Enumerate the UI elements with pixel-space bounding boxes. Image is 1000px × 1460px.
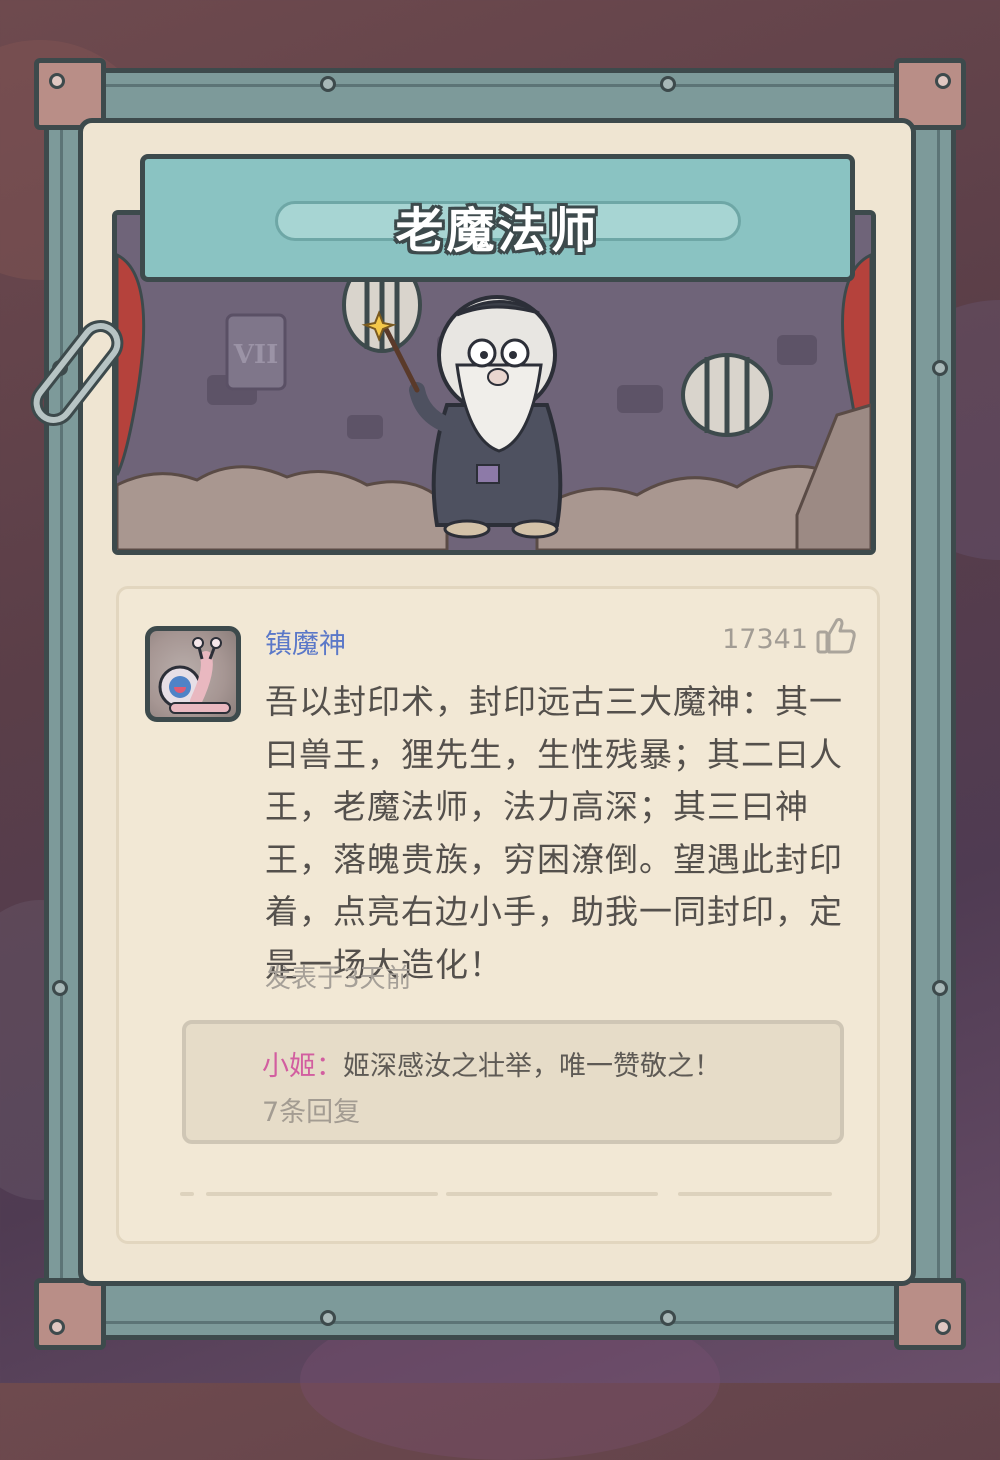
rivet <box>49 1319 65 1335</box>
divider-segment <box>446 1192 658 1196</box>
reply-username[interactable]: 小姬： <box>262 1051 343 1082</box>
rivet <box>49 73 65 89</box>
rivet <box>320 1310 336 1326</box>
reply-preview[interactable]: 小姬：姬深感汝之壮举，唯一赞敬之！ 7条回复 <box>182 1020 844 1144</box>
corner-bracket-bottom-left <box>34 1278 106 1350</box>
reply-count-link[interactable]: 7条回复 <box>262 1090 360 1129</box>
post-timestamp: 发表于3天前 <box>265 964 412 994</box>
snail-avatar-icon <box>158 637 231 714</box>
rivet <box>52 980 68 996</box>
like-count: 17341 <box>722 624 808 655</box>
thumbs-up-icon[interactable] <box>815 614 857 656</box>
rivet <box>320 76 336 92</box>
rivet <box>660 1310 676 1326</box>
corner-bracket-bottom-right <box>894 1278 966 1350</box>
paperclip-icon <box>30 320 124 426</box>
svg-text:VII: VII <box>233 340 279 370</box>
reply-text: 姬深感汝之壮举，唯一赞敬之！ <box>343 1051 721 1082</box>
divider-segment <box>206 1192 438 1196</box>
character-title: 老魔法师 <box>395 203 600 259</box>
user-avatar[interactable] <box>145 626 241 722</box>
rivet <box>935 73 951 89</box>
divider-segment <box>180 1192 194 1196</box>
rivet <box>932 360 948 376</box>
rivet <box>660 76 676 92</box>
rivet <box>935 1319 951 1335</box>
rivet <box>932 980 948 996</box>
comment-body: 吾以封印术，封印远古三大魔神：其一曰兽王，狸先生，生性残暴；其二曰人王，老魔法师… <box>265 682 843 984</box>
plaque-vii: VII <box>225 313 287 391</box>
barred-window <box>681 353 773 437</box>
title-banner: 老魔法师 <box>140 154 855 282</box>
comment-username[interactable]: 镇魔神 <box>265 622 346 661</box>
reply-line: 小姬：姬深感汝之壮举，唯一赞敬之！ <box>262 1044 721 1083</box>
divider-segment <box>678 1192 832 1196</box>
